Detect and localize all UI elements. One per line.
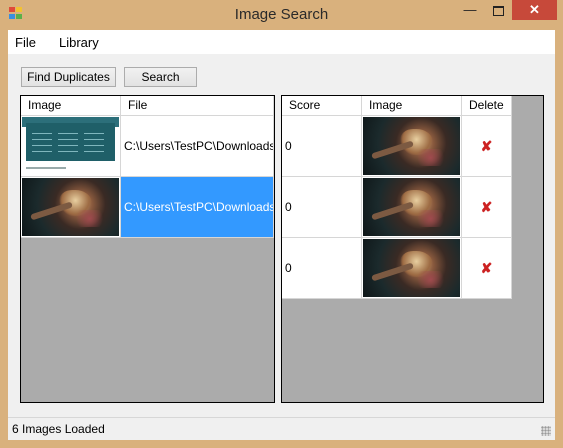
library-grid[interactable]: Image File C:\Users\TestPC\Downloads\ C:… [20,95,275,403]
results-grid[interactable]: Score Image Delete 0 ✘ 0 ✘ 0 ✘ [281,95,544,403]
status-text: 6 Images Loaded [12,422,105,436]
result-score-cell[interactable]: 0 [282,238,362,299]
webpage-thumbnail [22,117,119,175]
table-row-file-cell-selected[interactable]: C:\Users\TestPC\Downloads\ [121,177,274,238]
menu-bar: File Library [8,30,555,54]
table-row-image-cell[interactable] [21,177,121,238]
red-x-icon: ✘ [480,138,493,154]
result-score-cell[interactable]: 0 [282,177,362,238]
menu-file[interactable]: File [15,35,36,50]
column-header-image[interactable]: Image [21,96,121,116]
delete-button[interactable]: ✘ [462,177,512,238]
status-bar: 6 Images Loaded [8,417,555,440]
close-button[interactable]: ✕ [512,0,557,20]
result-score-cell[interactable]: 0 [282,116,362,177]
column-header-file[interactable]: File [121,96,274,116]
result-image-cell[interactable] [362,177,462,238]
column-header-score[interactable]: Score [282,96,362,116]
menu-library[interactable]: Library [59,35,99,50]
maximize-icon [492,5,504,16]
warrior-artwork-thumbnail [22,178,119,236]
find-duplicates-button[interactable]: Find Duplicates [21,67,116,87]
table-row-file-cell[interactable]: C:\Users\TestPC\Downloads\ [121,116,274,177]
resize-grip-icon[interactable] [541,426,551,436]
minimize-button[interactable]: — [456,0,484,20]
result-image-cell[interactable] [362,116,462,177]
table-row-image-cell[interactable] [21,116,121,177]
red-x-icon: ✘ [480,199,493,215]
delete-button[interactable]: ✘ [462,116,512,177]
app-window: Image Search — ✕ File Library Find Dupli… [0,0,563,448]
warrior-artwork-thumbnail [363,117,460,175]
column-header-image[interactable]: Image [362,96,462,116]
title-bar[interactable]: Image Search — ✕ [0,0,563,30]
warrior-artwork-thumbnail [363,178,460,236]
column-header-delete[interactable]: Delete [462,96,512,116]
warrior-artwork-thumbnail [363,239,460,297]
delete-button[interactable]: ✘ [462,238,512,299]
search-button[interactable]: Search [124,67,197,87]
client-area: File Library Find Duplicates Search Imag… [8,30,555,440]
red-x-icon: ✘ [480,260,493,276]
maximize-button[interactable] [484,0,512,20]
result-image-cell[interactable] [362,238,462,299]
